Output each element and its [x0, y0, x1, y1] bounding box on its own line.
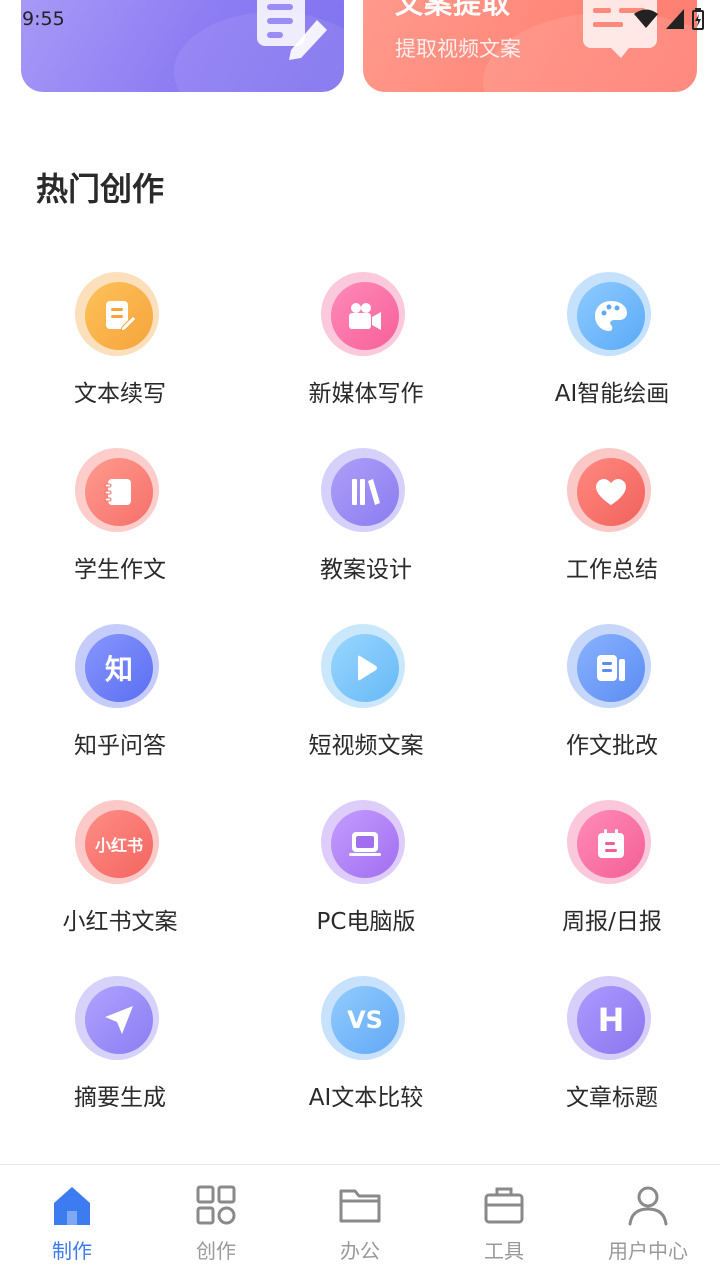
grid-item-new-media[interactable]: 新媒体写作 [246, 270, 486, 446]
nav-item-create[interactable]: 创作 [144, 1165, 288, 1280]
user-icon [628, 1186, 668, 1226]
heart-icon [577, 458, 645, 526]
nav-label: 制作 [52, 1239, 92, 1263]
status-icons [634, 8, 704, 30]
nav-label: 创作 [196, 1239, 236, 1263]
grid-item-ai-painting[interactable]: AI智能绘画 [492, 270, 720, 446]
send-icon [85, 986, 153, 1054]
grid-item-label: 短视频文案 [308, 733, 424, 759]
grid-item-label: 学生作文 [74, 557, 166, 583]
books-icon [331, 458, 399, 526]
grid-item-zhihu[interactable]: 知 知乎问答 [0, 622, 240, 798]
h-letter-icon: H [577, 986, 645, 1054]
grid-item-summary[interactable]: 摘要生成 [0, 974, 240, 1150]
grid-item-text-continue[interactable]: 文本续写 [0, 270, 240, 446]
video-camera-icon [331, 282, 399, 350]
home-icon [54, 1187, 90, 1225]
xiaohongshu-icon: 小红书 [85, 810, 153, 878]
vs-icon: VS [331, 986, 399, 1054]
wifi-icon [634, 9, 658, 28]
grid-item-label: AI智能绘画 [554, 381, 670, 407]
grid-item-article-title[interactable]: H 文章标题 [492, 974, 720, 1150]
h-icon-text: H [597, 1001, 625, 1039]
grid-item-label: 文本续写 [74, 381, 166, 407]
grid-item-work-summary[interactable]: 工作总结 [492, 446, 720, 622]
signal-icon [666, 9, 684, 29]
folder-icon [339, 1189, 381, 1223]
grid-item-label: 周报/日报 [562, 909, 662, 935]
nav-item-user-center[interactable]: 用户中心 [576, 1165, 720, 1280]
grid-item-essay-correction[interactable]: 作文批改 [492, 622, 720, 798]
grid-item-ai-compare[interactable]: VS AI文本比较 [246, 974, 486, 1150]
nav-label: 办公 [340, 1239, 380, 1263]
document-edit-icon [85, 282, 153, 350]
grid-item-weekly-report[interactable]: 周报/日报 [492, 798, 720, 974]
status-bar: 9:55 [0, 0, 720, 36]
zhihu-icon: 知 [85, 634, 153, 702]
grid-item-pc-version[interactable]: PC电脑版 [246, 798, 486, 974]
nav-item-office[interactable]: 办公 [288, 1165, 432, 1280]
section-title: 热门创作 [36, 170, 165, 208]
status-time: 9:55 [22, 8, 65, 30]
palette-icon [577, 282, 645, 350]
grid-item-label: 新媒体写作 [308, 381, 424, 407]
nav-label: 用户中心 [608, 1239, 688, 1263]
bottom-nav: 制作 创作 办公 工具 用户中心 [0, 1164, 720, 1280]
grid-item-lesson-plan[interactable]: 教案设计 [246, 446, 486, 622]
nav-item-tools[interactable]: 工具 [432, 1165, 576, 1280]
grid-item-label: 教案设计 [320, 557, 412, 583]
grid-item-student-essay[interactable]: 学生作文 [0, 446, 240, 622]
banner-subtitle: 提取视频文案 [395, 37, 521, 61]
nav-item-make[interactable]: 制作 [0, 1165, 144, 1280]
grid-item-label: PC电脑版 [316, 909, 416, 935]
grid-item-label: 小红书文案 [62, 909, 178, 935]
laptop-icon [331, 810, 399, 878]
notebook-icon [85, 458, 153, 526]
nav-label: 工具 [484, 1239, 524, 1263]
grid-icon [196, 1185, 236, 1225]
grid-item-label: 文章标题 [566, 1085, 658, 1111]
app-screen: 文案提取 提取视频文案 9:55 热门创作 文本续写 新媒体写作 AI智能绘画 … [0, 0, 720, 1280]
grid-item-xiaohongshu[interactable]: 小红书 小红书文案 [0, 798, 240, 974]
grid-item-label: AI文本比较 [308, 1085, 424, 1111]
grid-item-label: 作文批改 [566, 733, 658, 759]
article-icon [577, 634, 645, 702]
grid-item-label: 摘要生成 [74, 1085, 166, 1111]
zhihu-icon-text: 知 [104, 653, 133, 686]
play-icon [331, 634, 399, 702]
xiaohongshu-icon-text: 小红书 [94, 836, 143, 855]
calendar-icon [577, 810, 645, 878]
battery-charging-icon [692, 8, 704, 30]
grid-item-label: 知乎问答 [74, 733, 166, 759]
vs-icon-text: VS [347, 1006, 383, 1034]
grid-item-label: 工作总结 [566, 557, 658, 583]
grid-item-short-video[interactable]: 短视频文案 [246, 622, 486, 798]
briefcase-icon [484, 1187, 524, 1224]
